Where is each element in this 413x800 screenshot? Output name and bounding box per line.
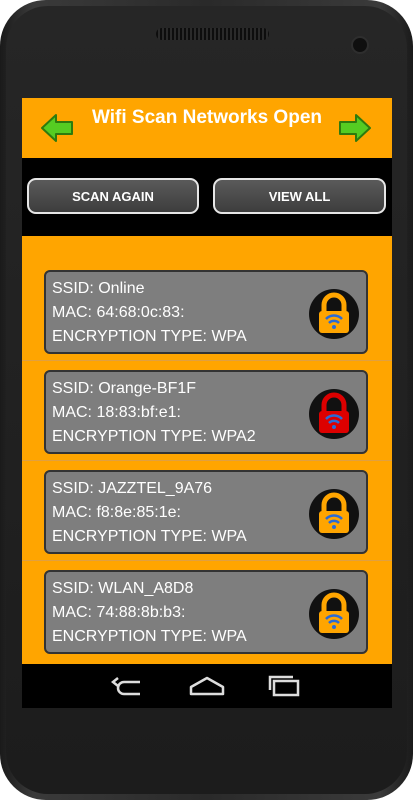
wifi-lock-icon bbox=[309, 289, 359, 339]
encryption-text: ENCRYPTION TYPE: WPA bbox=[52, 528, 247, 545]
network-card[interactable]: SSID: JAZZTEL_9A76 MAC: f8:8e:85:1e: ENC… bbox=[44, 470, 368, 554]
wifi-lock-icon bbox=[309, 489, 359, 539]
network-card[interactable]: SSID: Online MAC: 64:68:0c:83: ENCRYPTIO… bbox=[44, 270, 368, 354]
network-list: SSID: Online MAC: 64:68:0c:83: ENCRYPTIO… bbox=[22, 236, 392, 664]
view-all-button[interactable]: VIEW ALL bbox=[213, 178, 386, 214]
mac-text: MAC: 64:68:0c:83: bbox=[52, 304, 185, 321]
wifi-lock-icon bbox=[309, 589, 359, 639]
page-title: Wifi Scan Networks Open bbox=[92, 107, 322, 128]
network-card[interactable]: SSID: WLAN_A8D8 MAC: 74:88:8b:b3: ENCRYP… bbox=[44, 570, 368, 654]
front-camera bbox=[351, 36, 369, 54]
ssid-text: SSID: Orange-BF1F bbox=[52, 380, 197, 397]
back-icon[interactable] bbox=[110, 673, 150, 699]
button-bar: SCAN AGAIN VIEW ALL bbox=[22, 158, 392, 236]
encryption-text: ENCRYPTION TYPE: WPA2 bbox=[52, 428, 256, 445]
home-icon[interactable] bbox=[187, 673, 227, 699]
network-card[interactable]: SSID: Orange-BF1F MAC: 18:83:bf:e1: ENCR… bbox=[44, 370, 368, 454]
list-divider bbox=[22, 560, 392, 561]
phone-frame: Wifi Scan Networks Open SCAN AGAIN VIEW … bbox=[0, 0, 413, 800]
recent-apps-icon[interactable] bbox=[264, 673, 304, 699]
mac-text: MAC: f8:8e:85:1e: bbox=[52, 504, 181, 521]
ssid-text: SSID: JAZZTEL_9A76 bbox=[52, 480, 213, 497]
forward-arrow-icon[interactable] bbox=[338, 113, 372, 143]
system-nav-bar bbox=[22, 664, 392, 708]
ssid-text: SSID: Online bbox=[52, 280, 145, 297]
scan-again-button[interactable]: SCAN AGAIN bbox=[27, 178, 199, 214]
app-header: Wifi Scan Networks Open bbox=[22, 98, 392, 158]
screen: Wifi Scan Networks Open SCAN AGAIN VIEW … bbox=[22, 98, 392, 708]
mac-text: MAC: 74:88:8b:b3: bbox=[52, 604, 186, 621]
encryption-text: ENCRYPTION TYPE: WPA bbox=[52, 328, 247, 345]
mac-text: MAC: 18:83:bf:e1: bbox=[52, 404, 181, 421]
list-divider bbox=[22, 460, 392, 461]
speaker-grille bbox=[156, 28, 269, 40]
back-arrow-icon[interactable] bbox=[40, 113, 74, 143]
encryption-text: ENCRYPTION TYPE: WPA bbox=[52, 628, 247, 645]
list-divider bbox=[22, 360, 392, 361]
wifi-lock-icon bbox=[309, 389, 359, 439]
ssid-text: SSID: WLAN_A8D8 bbox=[52, 580, 194, 597]
